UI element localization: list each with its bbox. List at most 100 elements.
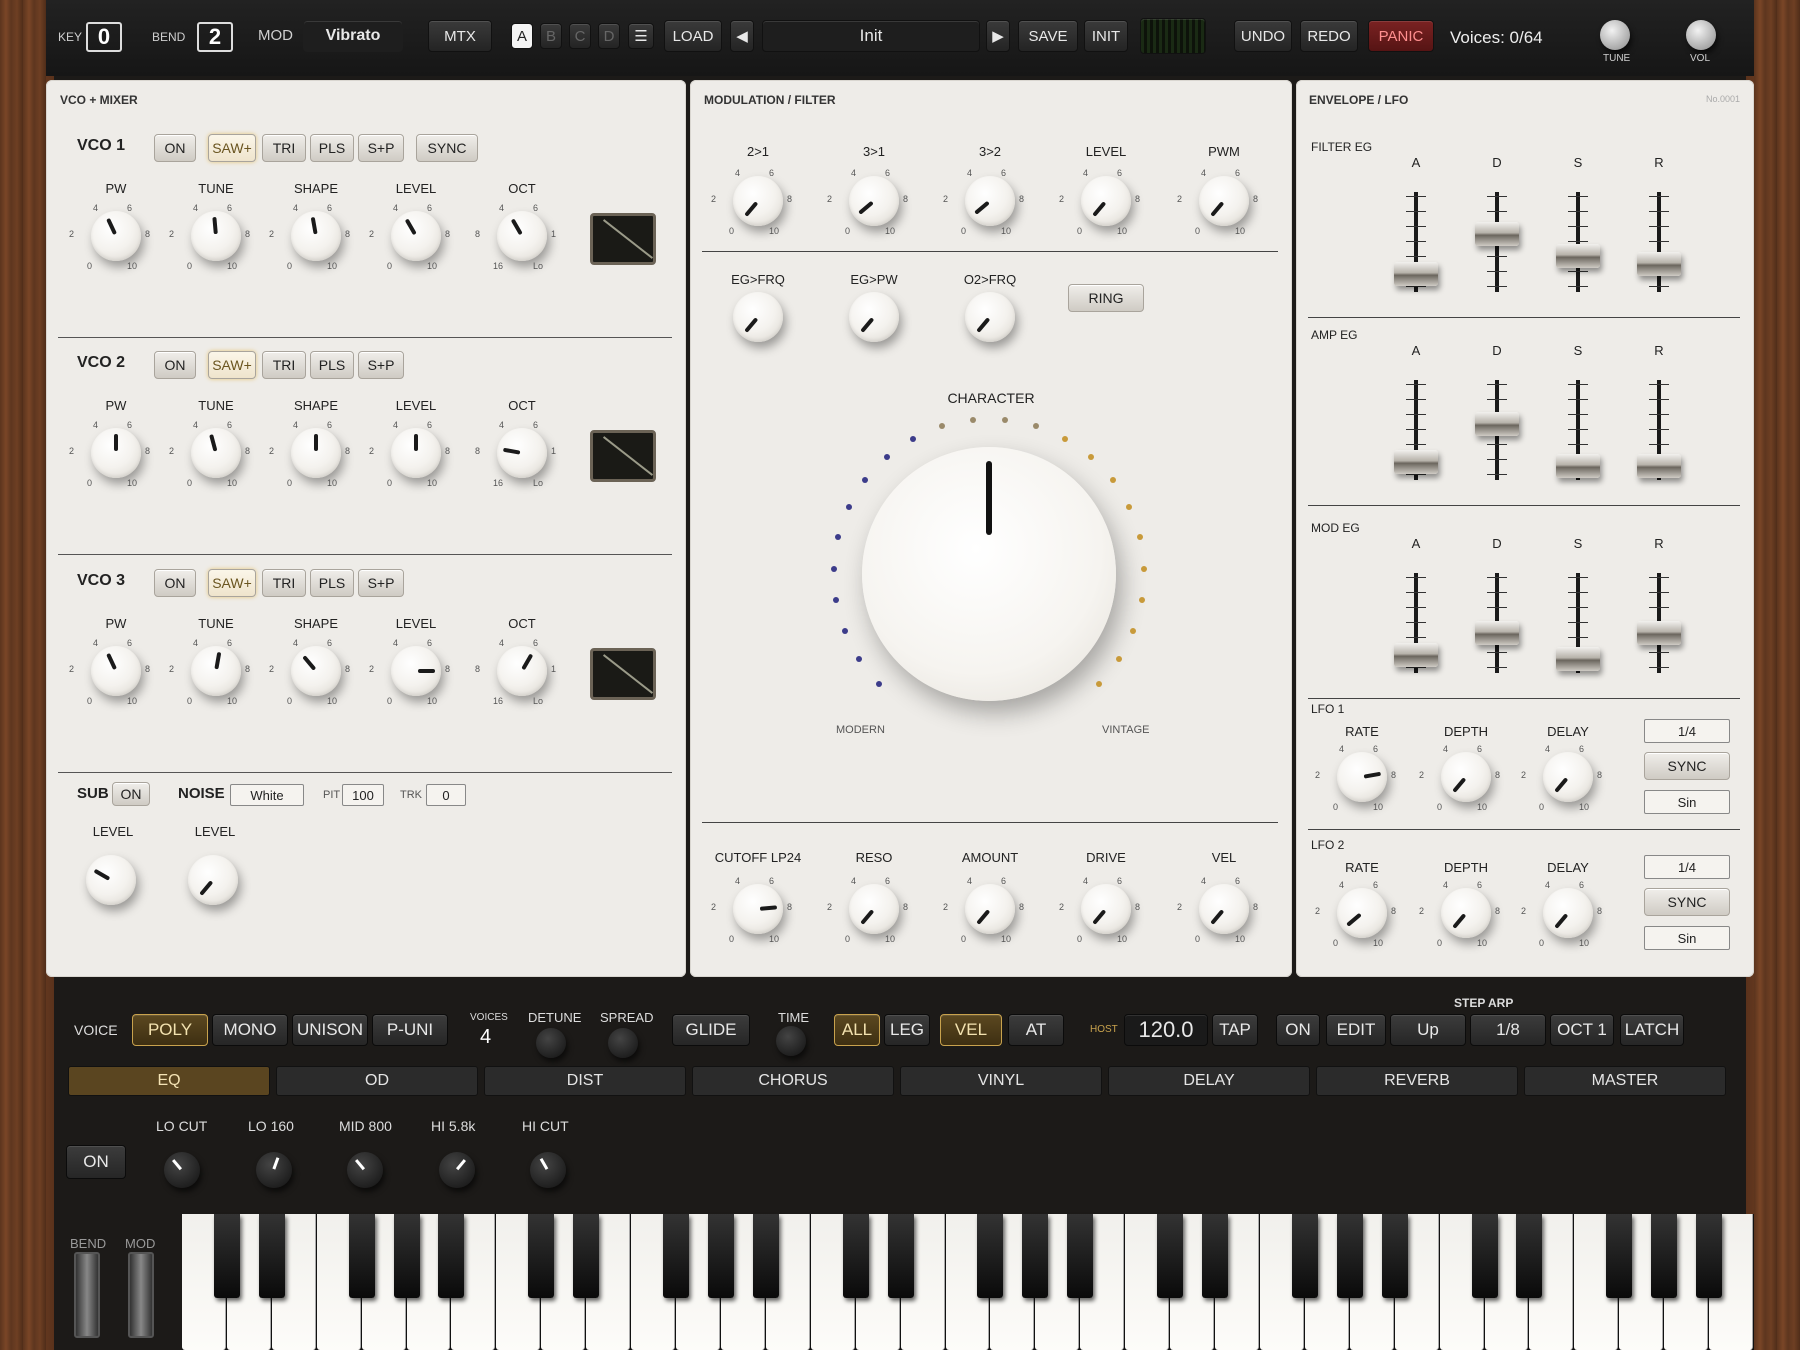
vco3-wave-saw-plus[interactable]: SAW+	[208, 569, 256, 597]
eg-0-d-slider[interactable]	[1475, 192, 1519, 292]
vco3-pw-knob[interactable]	[91, 646, 141, 696]
vco3-on-button[interactable]: ON	[154, 569, 196, 597]
eg-0-a-slider[interactable]	[1394, 192, 1438, 292]
black-key[interactable]	[573, 1214, 600, 1298]
black-key[interactable]	[1022, 1214, 1049, 1298]
fx-tab-delay[interactable]: DELAY	[1108, 1066, 1310, 1096]
redo-button[interactable]: REDO	[1300, 20, 1358, 52]
arp-division-select[interactable]: 1/8	[1470, 1014, 1546, 1046]
vco1-wave-tri[interactable]: TRI	[262, 134, 306, 162]
vco2-wave-pls[interactable]: PLS	[310, 351, 354, 379]
black-key[interactable]	[1471, 1214, 1498, 1298]
mod-row2-knob-1[interactable]	[849, 292, 899, 342]
spread-knob[interactable]	[608, 1028, 638, 1058]
eg-1-s-slider[interactable]	[1556, 380, 1600, 480]
undo-button[interactable]: UNDO	[1234, 20, 1292, 52]
fx-tab-eq[interactable]: EQ	[68, 1066, 270, 1096]
filter-knob-4[interactable]	[1199, 884, 1249, 934]
save-button[interactable]: SAVE	[1018, 20, 1078, 52]
filter-knob-0[interactable]	[733, 884, 783, 934]
vco2-oct-knob[interactable]	[497, 428, 547, 478]
lfo2-rate-knob[interactable]	[1337, 888, 1387, 938]
fx-tab-od[interactable]: OD	[276, 1066, 478, 1096]
leg-button[interactable]: LEG	[884, 1014, 930, 1046]
arp-direction-select[interactable]: Up	[1390, 1014, 1466, 1046]
ring-button[interactable]: RING	[1068, 284, 1144, 312]
mod-row1-knob-1[interactable]	[849, 176, 899, 226]
filter-knob-2[interactable]	[965, 884, 1015, 934]
arp-octave-select[interactable]: OCT 1	[1550, 1014, 1614, 1046]
lfo1-wave-select[interactable]: Sin	[1644, 790, 1730, 814]
vco3-oct-knob[interactable]	[497, 646, 547, 696]
hamburger-icon[interactable]: ☰	[628, 23, 654, 49]
mod-row1-knob-0[interactable]	[733, 176, 783, 226]
tap-button[interactable]: TAP	[1212, 1014, 1258, 1046]
black-key[interactable]	[1516, 1214, 1543, 1298]
trk-field[interactable]: 0	[426, 784, 466, 806]
eg-2-s-slider[interactable]	[1556, 573, 1600, 673]
vco2-tune-knob[interactable]	[191, 428, 241, 478]
fx-tab-reverb[interactable]: REVERB	[1316, 1066, 1518, 1096]
black-key[interactable]	[977, 1214, 1004, 1298]
slot-b-button[interactable]: B	[540, 23, 562, 49]
black-key[interactable]	[393, 1214, 420, 1298]
black-key[interactable]	[663, 1214, 690, 1298]
lfo1-delay-knob[interactable]	[1543, 752, 1593, 802]
glide-time-knob[interactable]	[776, 1026, 806, 1056]
character-knob[interactable]	[862, 447, 1116, 701]
vco3-level-knob[interactable]	[391, 646, 441, 696]
black-key[interactable]	[438, 1214, 465, 1298]
eg-1-d-slider[interactable]	[1475, 380, 1519, 480]
vco3-wave-s-plusp[interactable]: S+P	[358, 569, 404, 597]
unison-button[interactable]: UNISON	[292, 1014, 368, 1046]
vco1-wave-pls[interactable]: PLS	[310, 134, 354, 162]
vco1-sync-button[interactable]: SYNC	[416, 134, 478, 162]
filter-knob-1[interactable]	[849, 884, 899, 934]
vco1-wave-s-plusp[interactable]: S+P	[358, 134, 404, 162]
pit-field[interactable]: 100	[342, 784, 384, 806]
noise-level-knob[interactable]	[188, 855, 238, 905]
mod-selector[interactable]: Vibrato	[303, 20, 403, 52]
black-key[interactable]	[1381, 1214, 1408, 1298]
mono-button[interactable]: MONO	[212, 1014, 288, 1046]
black-key[interactable]	[1336, 1214, 1363, 1298]
detune-knob[interactable]	[536, 1028, 566, 1058]
black-key[interactable]	[1651, 1214, 1678, 1298]
black-key[interactable]	[1202, 1214, 1229, 1298]
black-key[interactable]	[1696, 1214, 1723, 1298]
vco2-wave-tri[interactable]: TRI	[262, 351, 306, 379]
mod-row2-knob-0[interactable]	[733, 292, 783, 342]
lfo2-sync-button[interactable]: SYNC	[1644, 888, 1730, 916]
mod-wheel[interactable]	[128, 1252, 154, 1338]
glide-button[interactable]: GLIDE	[672, 1014, 750, 1046]
black-key[interactable]	[258, 1214, 285, 1298]
vco1-pw-knob[interactable]	[91, 211, 141, 261]
black-key[interactable]	[1067, 1214, 1094, 1298]
vco1-level-knob[interactable]	[391, 211, 441, 261]
vco2-wave-saw-plus[interactable]: SAW+	[208, 351, 256, 379]
at-button[interactable]: AT	[1008, 1014, 1064, 1046]
lfo1-division-select[interactable]: 1/4	[1644, 719, 1730, 743]
key-value[interactable]: 0	[86, 22, 122, 52]
sub-level-knob[interactable]	[86, 855, 136, 905]
black-key[interactable]	[1291, 1214, 1318, 1298]
vco2-pw-knob[interactable]	[91, 428, 141, 478]
black-key[interactable]	[842, 1214, 869, 1298]
vco1-shape-knob[interactable]	[291, 211, 341, 261]
vco1-wave-saw-plus[interactable]: SAW+	[208, 134, 256, 162]
eg-1-r-slider[interactable]	[1637, 380, 1681, 480]
arp-edit-button[interactable]: EDIT	[1326, 1014, 1386, 1046]
vco2-on-button[interactable]: ON	[154, 351, 196, 379]
eg-2-r-slider[interactable]	[1637, 573, 1681, 673]
black-key[interactable]	[1157, 1214, 1184, 1298]
vco1-tune-knob[interactable]	[191, 211, 241, 261]
eq-knob-1[interactable]	[256, 1152, 292, 1188]
eg-0-r-slider[interactable]	[1637, 192, 1681, 292]
vco2-level-knob[interactable]	[391, 428, 441, 478]
black-key[interactable]	[528, 1214, 555, 1298]
black-key[interactable]	[213, 1214, 240, 1298]
eq-knob-3[interactable]	[439, 1152, 475, 1188]
poly-button[interactable]: POLY	[132, 1014, 208, 1046]
eg-0-s-slider[interactable]	[1556, 192, 1600, 292]
lfo1-sync-button[interactable]: SYNC	[1644, 752, 1730, 780]
